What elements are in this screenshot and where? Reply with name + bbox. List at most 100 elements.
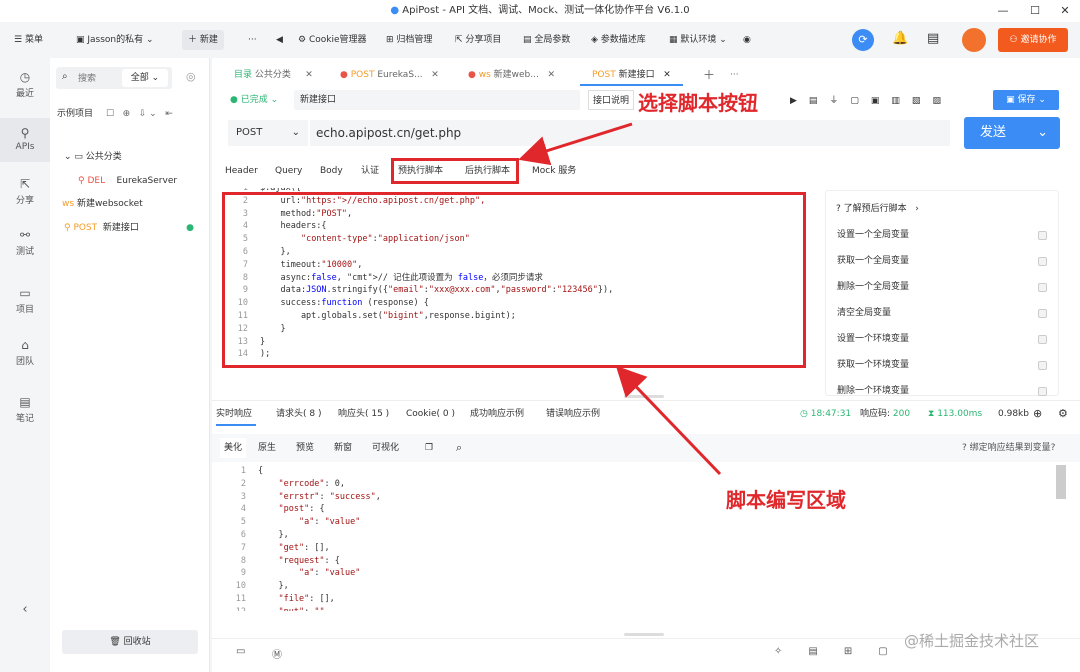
- maximize-button[interactable]: ☐: [1020, 0, 1050, 22]
- close-window-button[interactable]: ✕: [1050, 0, 1080, 22]
- tab-public-category[interactable]: 目录 公共分类 ✕: [234, 64, 313, 86]
- tab-auth[interactable]: 认证: [361, 164, 379, 178]
- api-doc-button[interactable]: 接口说明: [588, 90, 635, 110]
- api-name-input[interactable]: 新建接口: [294, 90, 580, 110]
- sidebar-item-test[interactable]: ⚯ 测试: [0, 228, 50, 264]
- menu-button[interactable]: ☰ 菜单: [14, 31, 43, 49]
- archive-button[interactable]: ⊞ 归档管理: [386, 31, 432, 49]
- response-body[interactable]: 1{2 "errcode": 0, 3 "errstr": "success", 4…: [222, 465, 1052, 611]
- avatar[interactable]: [962, 28, 986, 52]
- copy-icon[interactable]: [1038, 231, 1047, 240]
- search-box[interactable]: ⌕ 全部 ⌄: [56, 67, 172, 89]
- workspace-selector[interactable]: ▣ Jasson的私有 ⌄: [76, 31, 154, 49]
- close-icon[interactable]: ✕: [547, 70, 555, 80]
- recycle-bin-button[interactable]: 🗑 回收站: [62, 630, 198, 654]
- status-bar-icons[interactable]: ✧▤⊞▢: [774, 646, 914, 657]
- cookie-manager-button[interactable]: ⚙ Cookie管理器: [298, 31, 366, 49]
- markdown-icon[interactable]: Ⓜ: [272, 646, 282, 661]
- copy-icon[interactable]: [1038, 361, 1047, 370]
- hint-item[interactable]: 删除一个全局变量: [837, 274, 1047, 300]
- copy-icon[interactable]: [1038, 283, 1047, 292]
- close-icon[interactable]: ✕: [431, 70, 439, 80]
- sidebar-item-apis[interactable]: ⚲ APIs: [0, 118, 50, 162]
- tab-new-api[interactable]: POST 新建接口 ✕: [580, 64, 683, 86]
- method-select[interactable]: POST ⌄: [228, 120, 308, 146]
- status-code: 响应码: 200: [860, 409, 911, 419]
- response-tab[interactable]: 请求头( 8 ): [276, 404, 321, 424]
- hint-item[interactable]: 获取一个环境变量: [837, 352, 1047, 378]
- copy-icon[interactable]: [1038, 387, 1047, 396]
- response-tab[interactable]: 成功响应示例: [470, 404, 524, 424]
- target-icon[interactable]: ◎: [186, 70, 196, 83]
- tab-header[interactable]: Header: [225, 164, 258, 178]
- layout-icon[interactable]: ▭: [236, 646, 245, 657]
- tab-websocket[interactable]: ● ws 新建web... ✕: [468, 64, 555, 86]
- filter-select[interactable]: 全部 ⌄: [122, 69, 168, 87]
- bind-variable-link[interactable]: ? 绑定响应结果到变量?: [962, 438, 1055, 458]
- eye-icon[interactable]: ◉: [743, 31, 751, 49]
- response-subtab[interactable]: 可视化: [372, 438, 399, 458]
- tab-more-icon[interactable]: ···: [730, 64, 739, 86]
- search-icon[interactable]: ⌕: [456, 438, 462, 458]
- close-icon[interactable]: ✕: [305, 70, 313, 80]
- resize-handle[interactable]: [624, 395, 664, 398]
- env-selector[interactable]: ▦ 默认环境 ⌄: [669, 31, 727, 49]
- copy-icon[interactable]: [1038, 309, 1047, 318]
- tree-item-eureka[interactable]: ⚲ DEL EurekaServer: [78, 171, 177, 191]
- status-select[interactable]: ● 已完成 ⌄: [230, 90, 290, 110]
- more-icon[interactable]: ···: [248, 31, 257, 49]
- globe-icon[interactable]: ⊕: [1033, 404, 1042, 424]
- new-button[interactable]: ＋ 新建: [182, 30, 224, 50]
- save-button[interactable]: ▣ 保存 ⌄: [993, 90, 1059, 110]
- chevron-down-icon: ⌄: [64, 152, 75, 162]
- sidebar-item-team[interactable]: ⌂ 团队: [0, 338, 50, 374]
- tab-mock[interactable]: Mock 服务: [532, 164, 576, 178]
- response-subtab[interactable]: 原生: [258, 438, 276, 458]
- copy-icon[interactable]: ❐: [425, 438, 433, 458]
- global-params-button[interactable]: ▤ 全局参数: [523, 31, 570, 49]
- copy-icon[interactable]: [1038, 335, 1047, 344]
- sync-icon[interactable]: ⟳: [852, 29, 874, 51]
- response-subtab[interactable]: 预览: [296, 438, 314, 458]
- hint-item[interactable]: 清空全局变量: [837, 300, 1047, 326]
- minimize-button[interactable]: —: [988, 0, 1018, 22]
- copy-icon[interactable]: [1038, 257, 1047, 266]
- response-tab[interactable]: 响应头( 15 ): [338, 404, 389, 424]
- url-input[interactable]: echo.apipost.cn/get.php: [310, 120, 950, 146]
- response-tab[interactable]: Cookie( 0 ): [406, 404, 455, 424]
- collapse-sidebar-button[interactable]: ‹: [0, 602, 50, 622]
- tree-toolbar-icons[interactable]: ☐ ⊕ ⇩ ⌄ ⇤: [106, 104, 173, 124]
- hints-title[interactable]: ? 了解预后行脚本 ›: [836, 202, 919, 216]
- settings-icon[interactable]: ⚙: [1058, 404, 1068, 424]
- folder-item[interactable]: ⌄ ▭ 公共分类: [64, 147, 122, 167]
- search-input[interactable]: [78, 70, 118, 86]
- sidebar-item-share[interactable]: ⇱ 分享: [0, 177, 50, 213]
- collapse-icon[interactable]: ◀: [276, 31, 283, 49]
- resize-handle[interactable]: [624, 633, 664, 636]
- close-icon[interactable]: ✕: [663, 70, 671, 80]
- send-button[interactable]: 发送 ⌄: [964, 117, 1060, 149]
- tree-item-new-api[interactable]: ⚲ POST 新建接口 ●: [64, 218, 194, 238]
- sidebar-item-recent[interactable]: ◷ 最近: [0, 68, 50, 104]
- hint-item[interactable]: 设置一个全局变量: [837, 222, 1047, 248]
- tab-eureka[interactable]: ● POST EurekaS... ✕: [340, 64, 439, 86]
- response-subtab[interactable]: 新窗: [334, 438, 352, 458]
- response-subtab[interactable]: 美化: [220, 438, 247, 458]
- invite-button[interactable]: ⚇ 邀请协作: [998, 28, 1068, 52]
- share-project-button[interactable]: ⇱ 分享项目: [455, 31, 501, 49]
- request-tool-icons[interactable]: ▶▤⏚▢▣▥▧▨: [790, 93, 953, 106]
- tree-item-websocket[interactable]: ws 新建websocket: [62, 194, 143, 214]
- response-tab[interactable]: 错误响应示例: [546, 404, 600, 424]
- add-tab-button[interactable]: ＋: [703, 64, 715, 86]
- hint-item[interactable]: 设置一个环境变量: [837, 326, 1047, 352]
- sidebar-item-project[interactable]: ▭ 项目: [0, 286, 50, 322]
- tab-query[interactable]: Query: [275, 164, 302, 178]
- sidebar-item-notes[interactable]: ▤ 笔记: [0, 395, 50, 431]
- notes-icon[interactable]: ▤: [927, 31, 939, 46]
- bell-icon[interactable]: 🔔: [892, 31, 908, 46]
- scrollbar-thumb[interactable]: [1056, 465, 1066, 499]
- param-desc-button[interactable]: ◈ 参数描述库: [591, 31, 646, 49]
- response-tab[interactable]: 实时响应: [216, 404, 252, 424]
- tab-body[interactable]: Body: [320, 164, 343, 178]
- hint-item[interactable]: 获取一个全局变量: [837, 248, 1047, 274]
